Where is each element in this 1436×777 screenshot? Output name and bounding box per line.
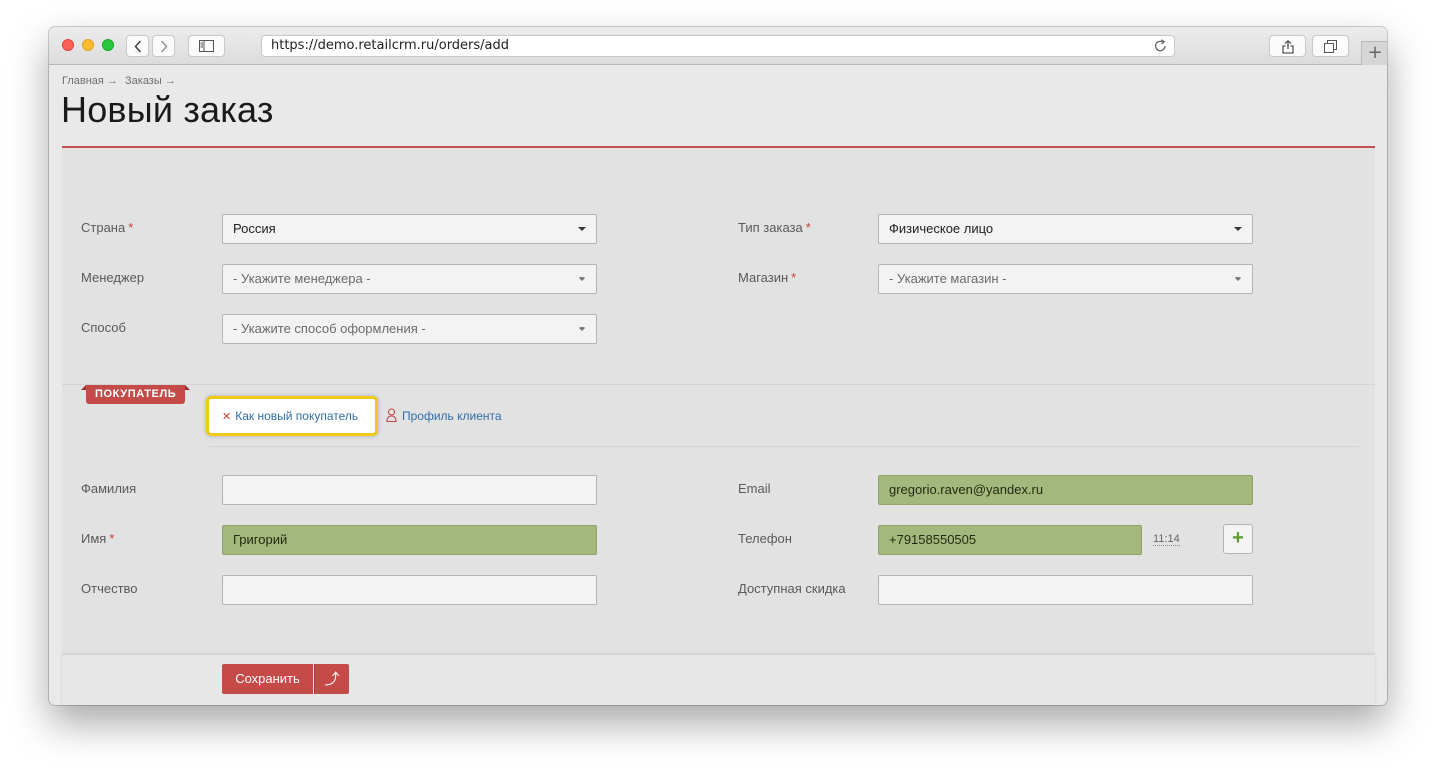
customer-section-tag: ПОКУПАТЕЛЬ [80, 385, 191, 404]
save-button[interactable]: Сохранить [222, 664, 313, 694]
new-customer-link[interactable]: ✕ Как новый покупатель [222, 409, 358, 423]
customer-links-divider [209, 446, 1359, 447]
order-type-label: Тип заказа * [738, 220, 811, 235]
tabs-overview-button[interactable] [1312, 35, 1349, 57]
chevron-right-icon [160, 40, 168, 53]
last-name-input[interactable] [222, 475, 597, 505]
back-button[interactable] [126, 35, 149, 57]
country-value: Россия [233, 221, 276, 236]
user-icon [386, 408, 397, 423]
email-input[interactable]: gregorio.raven@yandex.ru [878, 475, 1253, 505]
method-select[interactable]: - Укажите способ оформления - [222, 314, 597, 344]
middle-name-input[interactable] [222, 575, 597, 605]
country-label: Страна * [81, 220, 134, 235]
discount-input[interactable] [878, 575, 1253, 605]
chevron-down-icon [578, 327, 586, 331]
save-options-button[interactable]: ⤴ [314, 664, 349, 694]
chevron-down-icon [1234, 227, 1242, 231]
breadcrumb: Главная → Заказы → [62, 75, 180, 87]
page-content: Главная → Заказы → Новый заказ Страна * Р… [49, 65, 1387, 705]
reload-icon[interactable] [1154, 39, 1167, 53]
add-phone-button[interactable]: + [1223, 524, 1253, 554]
minimize-window-button[interactable] [82, 39, 94, 51]
customer-profile-label: Профиль клиента [402, 409, 502, 423]
method-label: Способ [81, 320, 126, 335]
form-footer: Сохранить ⤴ [62, 655, 1375, 705]
tabs-icon [1324, 40, 1337, 53]
plus-icon: + [1232, 527, 1244, 549]
shop-label: Магазин * [738, 270, 797, 285]
email-label: Email [738, 481, 771, 496]
section-divider [62, 384, 1375, 385]
first-name-input[interactable]: Григорий [222, 525, 597, 555]
breadcrumb-home[interactable]: Главная → [62, 75, 118, 87]
last-name-label: Фамилия [81, 481, 137, 496]
arrow-up-icon: ⤴ [324, 670, 340, 688]
browser-titlebar: https://demo.retailcrm.ru/orders/add + [49, 27, 1387, 65]
forward-button[interactable] [152, 35, 175, 57]
manager-select[interactable]: - Укажите менеджера - [222, 264, 597, 294]
middle-name-label: Отчество [81, 581, 138, 596]
breadcrumb-orders[interactable]: Заказы → [125, 75, 176, 87]
order-type-select[interactable]: Физическое лицо [878, 214, 1253, 244]
discount-label: Доступная скидка [738, 581, 846, 596]
manager-label: Менеджер [81, 270, 145, 285]
browser-window: https://demo.retailcrm.ru/orders/add + Г… [49, 27, 1387, 705]
manager-value: - Укажите менеджера - [233, 271, 371, 286]
sidebar-icon [199, 40, 214, 52]
customer-profile-link[interactable]: Профиль клиента [386, 408, 502, 423]
chevron-left-icon [133, 40, 141, 53]
zoom-window-button[interactable] [102, 39, 114, 51]
page-title: Новый заказ [61, 89, 274, 130]
chevron-down-icon [578, 277, 586, 281]
close-icon: ✕ [222, 410, 232, 423]
url-text: https://demo.retailcrm.ru/orders/add [271, 38, 510, 53]
chevron-down-icon [578, 227, 586, 231]
address-bar[interactable]: https://demo.retailcrm.ru/orders/add [261, 35, 1175, 57]
share-button[interactable] [1269, 35, 1306, 57]
chevron-down-icon [1234, 277, 1242, 281]
share-icon [1281, 40, 1294, 54]
first-name-label: Имя * [81, 531, 115, 546]
phone-label: Телефон [738, 531, 792, 546]
order-type-value: Физическое лицо [889, 221, 994, 236]
shop-select[interactable]: - Укажите магазин - [878, 264, 1253, 294]
method-value: - Укажите способ оформления - [233, 321, 426, 336]
phone-input[interactable]: +79158550505 [878, 525, 1142, 555]
sidebar-toggle-button[interactable] [188, 35, 225, 57]
phone-local-time: 11:14 [1153, 533, 1180, 546]
new-customer-label: Как новый покупатель [235, 409, 359, 423]
country-select[interactable]: Россия [222, 214, 597, 244]
new-tab-button[interactable]: + [1361, 41, 1387, 65]
close-window-button[interactable] [62, 39, 74, 51]
shop-value: - Укажите магазин - [889, 271, 1007, 286]
new-customer-highlight: ✕ Как новый покупатель [206, 396, 378, 436]
